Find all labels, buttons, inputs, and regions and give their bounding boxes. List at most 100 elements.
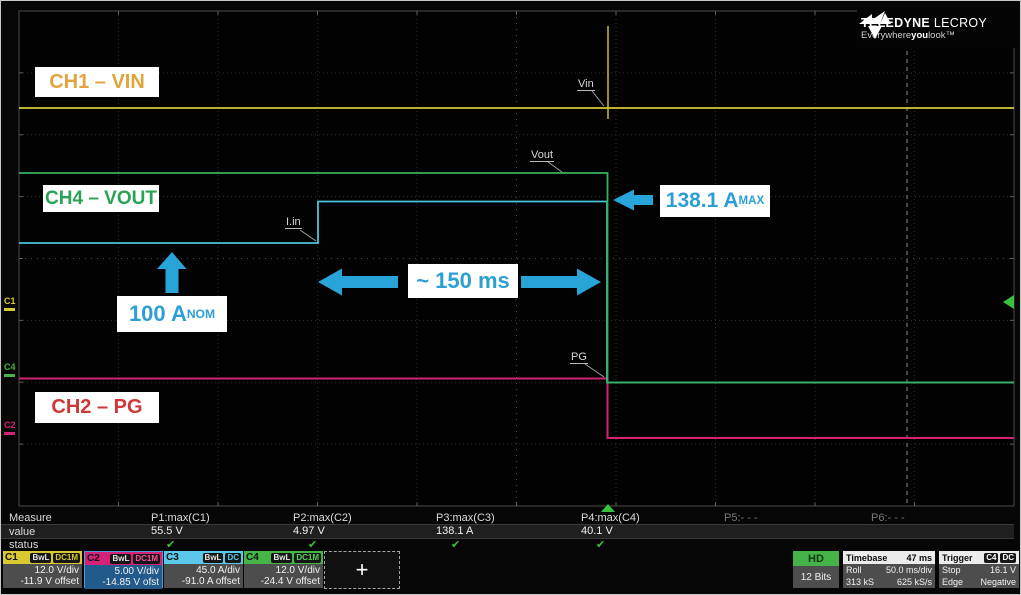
c2-zero-dash	[4, 432, 15, 435]
timebase-title: Timebase	[846, 553, 906, 563]
iin-trace-label: I.in	[285, 216, 302, 229]
measure-p1-header[interactable]: P1:max(C1)	[151, 512, 210, 524]
ch2-pg-callout: CH2 – PG	[35, 392, 159, 423]
timebase-delay-value: 47 ms	[906, 553, 932, 563]
trigger-source-badge: C4	[984, 553, 998, 563]
c2-zero-marker[interactable]: C2	[4, 421, 16, 435]
amax-subscript: MAX	[739, 195, 765, 207]
channel-box-c2-header: C2 BwL DC1M	[85, 552, 162, 565]
value-row-label: value	[9, 526, 35, 538]
c3-bandwidth-badge: BwL	[203, 553, 224, 563]
vout-trace-label: Vout	[530, 149, 554, 162]
trigger-coupling-badge: DC	[1000, 553, 1016, 563]
channel-box-c3-body: 45.0 A/div -91.0 A offset	[164, 564, 243, 588]
amax-arrow-shaft	[634, 195, 653, 205]
c1-scale: 12.0 V/div	[35, 565, 79, 576]
teledyne-logo-icon	[857, 8, 893, 40]
channel-box-c2[interactable]: C2 BwL DC1M 5.00 V/div -14.85 V ofst	[84, 551, 163, 588]
c1-coupling-badge: DC1M	[53, 553, 80, 563]
measure-p3-status: ✔	[451, 538, 460, 551]
trigger-header: Trigger C4 DC	[939, 551, 1019, 564]
timebase-mode: Roll	[846, 564, 862, 576]
timebase-scale: 50.0 ms/div	[886, 564, 932, 576]
c3-offset: -91.0 A offset	[182, 576, 240, 587]
channel-box-c1[interactable]: C1 BwL DC1M 12.0 V/div -11.9 V offset	[3, 551, 82, 588]
timebase-box[interactable]: Timebase 47 ms Roll 50.0 ms/div 313 kS 6…	[843, 551, 935, 588]
c4-id: C4	[246, 552, 269, 563]
channel-box-c1-header: C1 BwL DC1M	[3, 551, 82, 564]
ch1-vin-callout: CH1 – VIN	[35, 67, 159, 97]
ch1-vin-callout-text: CH1 – VIN	[49, 71, 145, 94]
c4-zero-marker[interactable]: C4	[4, 363, 16, 377]
trigger-mode: Stop	[942, 564, 961, 576]
c4-offset: -24.4 V offset	[261, 576, 320, 587]
measure-p4-value: 40.1 V	[581, 525, 613, 537]
measure-p4-header[interactable]: P4:max(C4)	[581, 512, 640, 524]
up-arrow-shaft	[166, 267, 179, 293]
channel-box-c3[interactable]: C3 BwL DC 45.0 A/div -91.0 A offset	[164, 551, 243, 588]
c2-offset: -14.85 V ofst	[102, 577, 159, 588]
channel-box-c4-body: 12.0 V/div -24.4 V offset	[244, 564, 323, 588]
measure-row-label: Measure	[9, 512, 52, 524]
measure-p1-status: ✔	[166, 538, 175, 551]
c2-coupling-badge: DC1M	[133, 554, 160, 564]
channel-box-c2-body: 5.00 V/div -14.85 V ofst	[85, 565, 162, 589]
brand-lecroy: LECROY	[930, 16, 987, 30]
measure-p2-header[interactable]: P2:max(C2)	[293, 512, 352, 524]
duration-callout: ~ 150 ms	[408, 264, 518, 298]
tagline-you: you	[911, 30, 928, 41]
amax-callout: 138.1 AMAX	[660, 185, 770, 217]
anom-callout: 100 ANOM	[117, 296, 227, 332]
ch4-vout-callout-text: CH4 – VOUT	[45, 188, 157, 210]
trigger-type: Edge	[942, 576, 963, 588]
measure-p5-header[interactable]: P5:- - -	[724, 512, 758, 524]
c3-coupling-badge: DC	[225, 553, 241, 563]
trigger-level: 16.1 V	[990, 564, 1016, 576]
trigger-title: Trigger	[942, 553, 982, 563]
pg-trace-label: PG	[570, 351, 588, 364]
measure-p2-status: ✔	[308, 538, 317, 551]
c1-offset: -11.9 V offset	[20, 576, 79, 587]
channel-box-c3-header: C3 BwL DC	[164, 551, 243, 564]
hd-bits-label: 12 Bits	[793, 566, 839, 588]
channel-box-c4-header: C4 BwL DC1M	[244, 551, 323, 564]
c3-id: C3	[166, 552, 201, 563]
c4-zero-dash	[4, 374, 15, 377]
left-arrow-shaft	[342, 276, 398, 288]
status-row-label: status	[9, 539, 38, 551]
timebase-samples: 313 kS	[846, 576, 874, 588]
right-arrow-shaft	[521, 276, 577, 288]
c1-id: C1	[5, 552, 28, 563]
c4-bandwidth-badge: BwL	[271, 553, 292, 563]
ch2-pg-callout-text: CH2 – PG	[51, 396, 142, 419]
oscilloscope-screen: TELEDYNE LECROY Everywhereyoulook™ CH1 –…	[0, 0, 1021, 595]
trigger-slope: Negative	[980, 576, 1016, 588]
measure-p1-value: 55.5 V	[151, 525, 183, 537]
duration-text: ~ 150 ms	[416, 268, 510, 294]
vin-trace-label: Vin	[577, 78, 595, 91]
c1-zero-dash	[4, 308, 15, 311]
c3-scale: 45.0 A/div	[196, 565, 240, 576]
measure-p6-header[interactable]: P6:- - -	[871, 512, 905, 524]
hd-badge: HD	[793, 551, 839, 566]
channel-box-c1-body: 12.0 V/div -11.9 V offset	[3, 564, 82, 588]
channel-box-c4[interactable]: C4 BwL DC1M 12.0 V/div -24.4 V offset	[244, 551, 323, 588]
add-trace-plus: +	[356, 557, 369, 583]
trigger-box[interactable]: Trigger C4 DC Stop 16.1 V Edge Negative	[939, 551, 1019, 588]
hd-mode-box[interactable]: HD 12 Bits	[793, 551, 839, 588]
add-trace-button[interactable]: +	[324, 551, 400, 589]
c2-zero-marker-label: C2	[4, 420, 16, 430]
measure-p3-value: 138.1 A	[436, 525, 473, 537]
measure-p3-header[interactable]: P3:max(C3)	[436, 512, 495, 524]
teledyne-lecroy-logo: TELEDYNE LECROY Everywhereyoulook™	[857, 8, 1017, 48]
c2-scale: 5.00 V/div	[115, 566, 159, 577]
c1-zero-marker[interactable]: C1	[4, 297, 16, 311]
tagline-post: look™	[928, 30, 955, 41]
c2-id: C2	[87, 553, 108, 564]
timebase-sample-rate: 625 kS/s	[897, 576, 932, 588]
c4-coupling-badge: DC1M	[294, 553, 321, 563]
c1-bandwidth-badge: BwL	[30, 553, 51, 563]
ch4-vout-callout: CH4 – VOUT	[43, 185, 159, 212]
anom-subscript: NOM	[187, 307, 215, 321]
timebase-header: Timebase 47 ms	[843, 551, 935, 564]
